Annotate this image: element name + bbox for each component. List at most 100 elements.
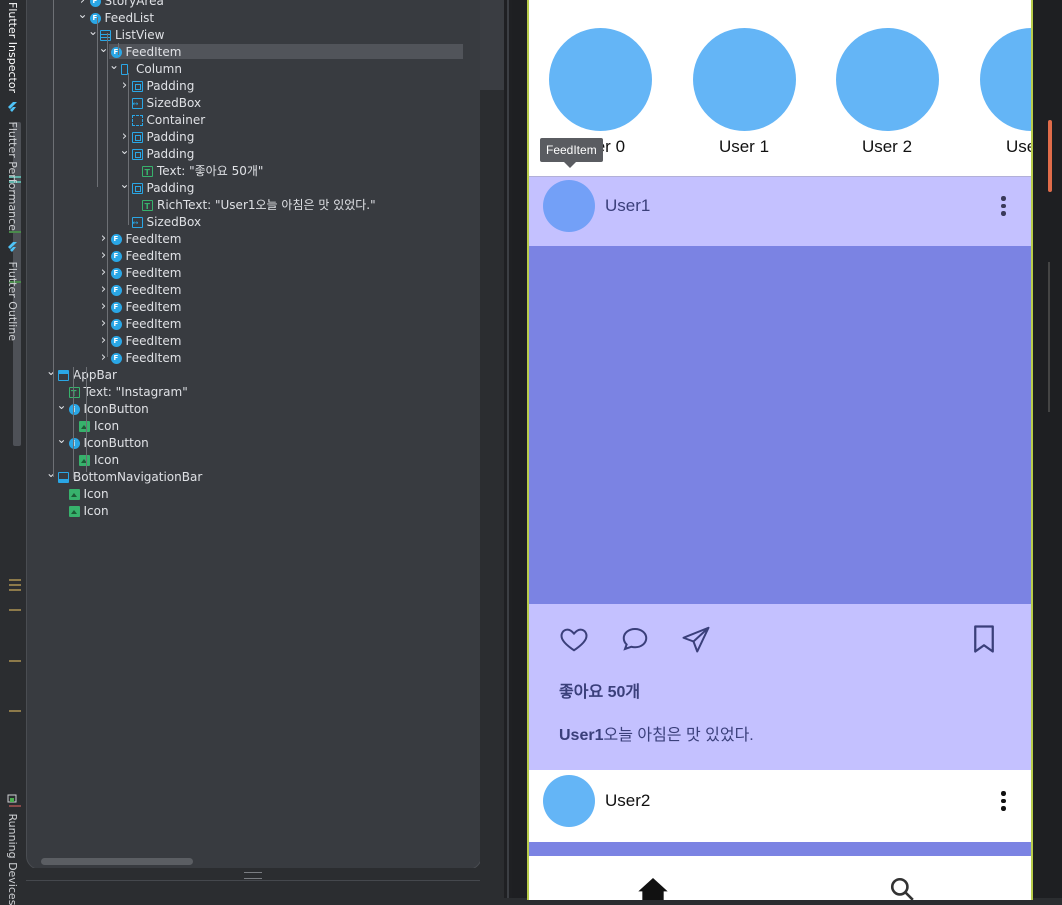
tree-guide-line — [97, 17, 98, 187]
tree-row[interactable]: Container — [27, 112, 481, 129]
tree-row-label: Padding — [147, 129, 195, 146]
tree-row[interactable]: ›FeedItem — [27, 299, 481, 316]
bottom-navigation-bar — [529, 856, 1031, 900]
tree-row-label: SizedBox — [147, 95, 202, 112]
tree-row[interactable]: ⌄AppBar — [27, 367, 481, 384]
tree-row[interactable]: ⌄ListView — [27, 27, 481, 44]
tree-row[interactable]: Icon — [27, 486, 481, 503]
tree-row[interactable]: ›FeedItem — [27, 333, 481, 350]
tree-horizontal-scrollbar[interactable] — [41, 858, 193, 865]
chevron-down-icon[interactable]: ⌄ — [78, 6, 88, 23]
tree-row[interactable]: SizedBox — [27, 95, 481, 112]
tree-row[interactable]: ›Padding — [27, 129, 481, 146]
flutter-widget-icon — [111, 234, 122, 245]
flutter-widget-icon — [111, 336, 122, 347]
tree-row[interactable]: ⌄IconButton — [27, 435, 481, 452]
chevron-down-icon[interactable]: ⌄ — [57, 431, 67, 448]
tree-row-label: FeedItem — [126, 282, 182, 299]
tab-flutter-inspector-label: Flutter Inspector — [6, 2, 19, 93]
divider — [26, 880, 480, 881]
flutter-icon — [7, 242, 17, 252]
bookmark-icon[interactable] — [971, 624, 997, 654]
padding-icon — [132, 81, 143, 92]
tab-running-devices[interactable]: Running Devices — [5, 794, 19, 905]
caption-text: 오늘 아침은 맛 있었다. — [603, 727, 753, 744]
tree-guide-line — [53, 0, 54, 477]
story-item[interactable]: User 3 — [979, 28, 1033, 157]
tree-row[interactable]: ›Padding — [27, 78, 481, 95]
tree-row[interactable]: Text: "Instagram" — [27, 384, 481, 401]
send-icon[interactable] — [681, 624, 711, 654]
scroll-indicator — [1048, 120, 1052, 192]
tree-row[interactable]: ⌄FeedItem — [27, 44, 481, 61]
tree-row[interactable]: SizedBox — [27, 214, 481, 231]
tree-row[interactable]: ›FeedItem — [27, 316, 481, 333]
more-vert-icon[interactable] — [1001, 791, 1007, 814]
column-icon — [121, 64, 128, 75]
tree-guide-line — [73, 367, 74, 479]
tree-row[interactable]: ›FeedItem — [27, 248, 481, 265]
tab-flutter-outline-label: Flutter Outline — [6, 262, 19, 342]
tool-window-strip — [480, 0, 504, 898]
more-vert-icon[interactable] — [1001, 196, 1007, 219]
device-scroll-edge — [1044, 0, 1062, 898]
comment-icon[interactable] — [620, 624, 650, 654]
gutter-marker — [9, 579, 21, 581]
chevron-down-icon[interactable]: ⌄ — [46, 363, 56, 380]
tree-row-label: Icon — [94, 452, 119, 469]
story-avatar — [836, 28, 939, 131]
chevron-down-icon[interactable]: ⌄ — [57, 397, 67, 414]
tree-row-label: Column — [136, 61, 182, 78]
post-username[interactable]: User2 — [605, 791, 650, 811]
story-name: User 1 — [692, 137, 796, 157]
tree-row-label: Text: "좋아요 50개" — [157, 163, 263, 180]
chevron-down-icon[interactable]: ⌄ — [46, 465, 56, 482]
post-username[interactable]: User1 — [605, 196, 650, 216]
tree-row[interactable]: ›FeedItem — [27, 265, 481, 282]
tree-row[interactable]: RichText: "User1오늘 아침은 맛 있었다." — [27, 197, 481, 214]
gutter-marker — [9, 231, 21, 233]
tab-flutter-inspector[interactable]: Flutter Inspector — [5, 2, 19, 93]
tree-row-label: Icon — [84, 503, 109, 520]
story-name: User 2 — [835, 137, 939, 157]
tree-row[interactable]: ›FeedItem — [27, 350, 481, 367]
tree-row[interactable]: ⌄Padding — [27, 180, 481, 197]
tree-row-label: FeedItem — [126, 299, 182, 316]
gutter-marker — [9, 589, 21, 591]
tree-row[interactable]: Icon — [27, 452, 481, 469]
post-header: User1 — [529, 176, 1031, 246]
avatar[interactable] — [543, 775, 595, 827]
padding-icon — [132, 183, 143, 194]
heart-icon[interactable] — [559, 624, 589, 654]
tree-row[interactable]: ⌄Column — [27, 61, 481, 78]
tree-row[interactable]: ›FeedItem — [27, 282, 481, 299]
tree-row-label: FeedItem — [126, 231, 182, 248]
tree-row-label: StoryArea — [105, 0, 164, 10]
post-image — [529, 246, 1031, 604]
tree-row[interactable]: ›FeedItem — [27, 231, 481, 248]
resize-grip[interactable] — [244, 872, 262, 879]
avatar[interactable] — [543, 180, 595, 232]
tree-row[interactable]: ⌄Padding — [27, 146, 481, 163]
story-item[interactable]: User 1 — [692, 28, 796, 157]
tree-row[interactable]: ⌄BottomNavigationBar — [27, 469, 481, 486]
story-item[interactable]: User 2 — [835, 28, 939, 157]
appbar-icon — [58, 370, 69, 381]
flutter-widget-icon — [111, 251, 122, 262]
tree-row[interactable]: Icon — [27, 418, 481, 435]
chevron-down-icon[interactable]: ⌄ — [109, 57, 119, 74]
search-icon[interactable] — [889, 876, 915, 900]
tree-row[interactable]: Text: "좋아요 50개" — [27, 163, 481, 180]
flutter-widget-icon — [111, 268, 122, 279]
tree-guide-line — [107, 33, 108, 357]
tree-row[interactable]: Icon — [27, 503, 481, 520]
tree-row[interactable]: ›StoryArea — [27, 0, 481, 10]
info-widget-icon — [69, 404, 80, 415]
tree-row-label: FeedItem — [126, 350, 182, 367]
panel-splitter[interactable] — [504, 0, 512, 898]
tab-flutter-performance[interactable]: Flutter Performance — [5, 102, 19, 231]
tree-row-label: Icon — [94, 418, 119, 435]
tree-row[interactable]: ⌄IconButton — [27, 401, 481, 418]
home-icon[interactable] — [637, 876, 669, 900]
tab-flutter-outline[interactable]: Flutter Outline — [5, 242, 19, 341]
